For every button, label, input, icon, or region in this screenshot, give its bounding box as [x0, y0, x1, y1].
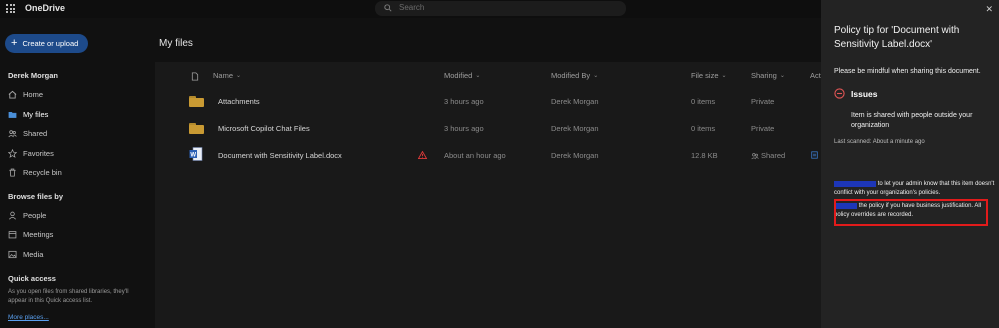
row-name-copilot-files[interactable]: Microsoft Copilot Chat Files — [218, 124, 310, 133]
search-icon — [384, 4, 392, 12]
column-header-activity[interactable]: Act — [810, 71, 821, 80]
column-header-modified[interactable]: Modified ⌄ — [444, 71, 480, 80]
nav-item-media[interactable]: Media — [8, 248, 43, 260]
shared-people-icon — [751, 153, 759, 160]
row-modified-by: Derek Morgan — [551, 124, 599, 133]
nav-label-my-files: My files — [23, 109, 49, 119]
chevron-down-icon: ⌄ — [475, 73, 481, 79]
star-icon — [8, 148, 17, 158]
column-header-sharing-label: Sharing — [751, 71, 777, 80]
file-type-header-icon[interactable] — [191, 72, 199, 81]
close-icon[interactable]: ✕ — [985, 4, 993, 15]
folder-icon — [8, 111, 17, 118]
chevron-down-icon: ⌄ — [721, 73, 727, 79]
policy-warning-icon[interactable] — [418, 151, 427, 159]
row-sharing: Shared — [761, 151, 786, 160]
row-modified: About an hour ago — [444, 151, 506, 160]
column-header-modified-by[interactable]: Modified By ⌄ — [551, 71, 598, 80]
column-header-name-label: Name — [213, 71, 234, 80]
user-name: Derek Morgan — [8, 71, 59, 80]
row-modified: 3 hours ago — [444, 97, 484, 106]
nav-label-recycle-bin: Recycle bin — [23, 167, 62, 177]
top-bar: OneDrive Search — [0, 0, 821, 18]
column-header-sharing[interactable]: Sharing ⌄ — [751, 71, 785, 80]
onedrive-app: OneDrive Search + Create or upload Derek… — [0, 0, 999, 328]
quick-access-description: As you open files from shared libraries,… — [8, 289, 129, 304]
search-placeholder: Search — [399, 3, 425, 12]
trash-icon — [9, 168, 16, 177]
report-issue-line: Report an issue to let your admin know t… — [834, 180, 996, 198]
column-header-modified-label: Modified — [444, 71, 473, 80]
nav-label-media: Media — [23, 249, 44, 259]
column-header-file-size-label: File size — [691, 71, 719, 80]
chevron-down-icon: ⌄ — [779, 73, 785, 79]
row-modified: 3 hours ago — [444, 124, 484, 133]
word-document-icon: W — [189, 147, 203, 161]
chevron-down-icon: ⌄ — [593, 73, 599, 79]
nav-label-home: Home — [23, 89, 44, 99]
redacted-report-link[interactable]: Report an issue — [834, 181, 877, 187]
quick-access-heading: Quick access — [8, 274, 56, 283]
chevron-down-icon: ⌄ — [236, 73, 242, 79]
nav-item-people[interactable]: People — [8, 209, 46, 221]
row-file-size: 12.8 KB — [691, 151, 718, 160]
image-icon — [8, 250, 17, 258]
nav-label-favorites: Favorites — [23, 148, 54, 158]
issues-heading: Issues — [834, 88, 877, 99]
page-title: My files — [159, 38, 193, 49]
nav-item-recycle-bin[interactable]: Recycle bin — [8, 166, 62, 178]
nav-label-shared: Shared — [23, 128, 48, 138]
person-icon — [9, 211, 16, 220]
row-file-size: 0 items — [691, 97, 716, 106]
folder-icon — [189, 96, 204, 107]
column-header-name[interactable]: Name ⌄ — [213, 71, 241, 80]
nav-item-meetings[interactable]: Meetings — [8, 228, 53, 240]
row-file-size: 0 items — [691, 124, 716, 133]
highlight-annotation-box — [834, 199, 988, 226]
nav-item-my-files[interactable]: My files — [8, 108, 48, 120]
nav-label-people: People — [23, 210, 47, 220]
people-icon — [8, 129, 17, 137]
create-or-upload-button[interactable]: + Create or upload — [5, 34, 88, 53]
policy-tip-title: Policy tip for 'Document with Sensitivit… — [834, 25, 960, 50]
row-name-document[interactable]: Document with Sensitivity Label.docx — [218, 151, 342, 160]
nav-item-shared[interactable]: Shared — [8, 127, 47, 139]
folder-icon — [189, 123, 204, 134]
column-header-activity-label: Act — [810, 71, 821, 80]
search-box[interactable]: Search — [375, 1, 626, 16]
create-label: Create or upload — [22, 39, 79, 48]
column-header-file-size[interactable]: File size ⌄ — [691, 71, 727, 80]
activity-icon[interactable] — [811, 151, 818, 159]
row-modified-by: Derek Morgan — [551, 97, 599, 106]
column-header-modified-by-label: Modified By — [551, 71, 591, 80]
row-name-attachments[interactable]: Attachments — [218, 97, 260, 106]
policy-tip-panel: ✕ Policy tip for 'Document with Sensitiv… — [821, 0, 999, 328]
app-name[interactable]: OneDrive — [25, 3, 65, 13]
issues-label: Issues — [851, 88, 878, 99]
calendar-icon — [8, 230, 17, 238]
plus-icon: + — [11, 37, 18, 49]
browse-files-by-heading: Browse files by — [8, 192, 64, 201]
issue-description: Item is shared with people outside your … — [851, 112, 973, 129]
nav-item-favorites[interactable]: Favorites — [8, 147, 54, 159]
home-icon — [8, 90, 17, 99]
more-places-link[interactable]: More places... — [8, 314, 49, 321]
svg-text:W: W — [190, 152, 196, 158]
nav-label-meetings: Meetings — [23, 229, 54, 239]
minus-circle-icon — [834, 88, 845, 99]
last-scanned-text: Last scanned: About a minute ago — [834, 139, 925, 145]
row-sharing: Private — [751, 124, 775, 133]
app-launcher-icon[interactable] — [6, 4, 15, 13]
policy-message: Please be mindful when sharing this docu… — [834, 68, 981, 75]
row-modified-by: Derek Morgan — [551, 151, 599, 160]
nav-item-home[interactable]: Home — [8, 88, 43, 100]
row-sharing: Private — [751, 97, 775, 106]
